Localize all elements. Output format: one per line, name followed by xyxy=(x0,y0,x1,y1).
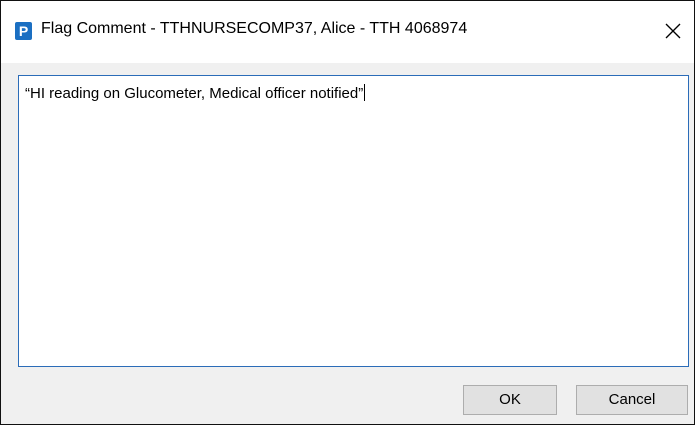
app-logo-icon: P xyxy=(15,22,32,40)
close-button[interactable] xyxy=(653,9,693,53)
ok-button[interactable]: OK xyxy=(463,385,557,415)
cancel-button[interactable]: Cancel xyxy=(576,385,688,415)
comment-text-line: “HI reading on Glucometer, Medical offic… xyxy=(25,84,366,102)
dialog-title: Flag Comment - TTHNURSECOMP37, Alice - T… xyxy=(41,20,468,37)
flag-comment-dialog: P Flag Comment - TTHNURSECOMP37, Alice -… xyxy=(0,0,695,425)
title-bar: P Flag Comment - TTHNURSECOMP37, Alice -… xyxy=(1,1,694,63)
comment-textarea[interactable]: “HI reading on Glucometer, Medical offic… xyxy=(18,75,689,367)
close-icon xyxy=(665,23,681,39)
text-caret xyxy=(364,84,366,101)
comment-value: “HI reading on Glucometer, Medical offic… xyxy=(25,85,364,102)
